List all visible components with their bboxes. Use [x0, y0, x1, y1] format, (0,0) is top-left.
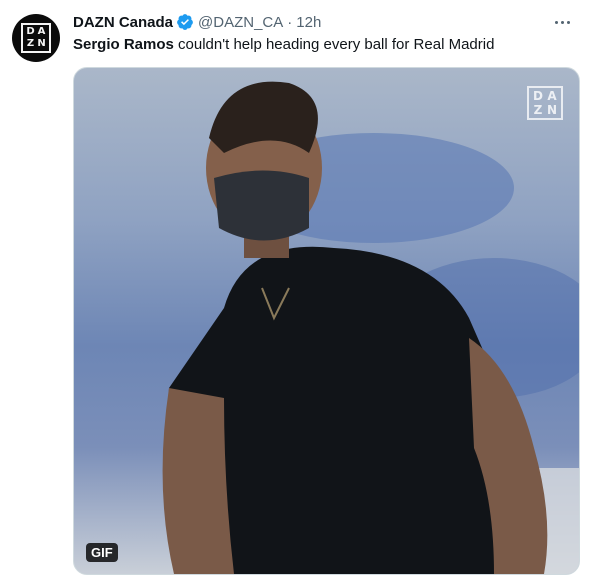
verified-badge-icon: [177, 14, 193, 30]
timestamp[interactable]: 12h: [296, 14, 321, 31]
gif-media[interactable]: D A Z N GIF: [73, 67, 580, 575]
logo-letter: D: [26, 26, 35, 37]
tweet-header: DAZN Canada @DAZN_CA · 12h: [73, 12, 574, 32]
gif-badge: GIF: [86, 543, 118, 562]
watermark-letter: N: [546, 103, 558, 117]
avatar[interactable]: D A Z N: [12, 14, 60, 62]
watermark-letter: A: [547, 89, 557, 103]
separator-dot: ·: [287, 13, 293, 31]
dazn-watermark: D A Z N: [527, 86, 563, 120]
handle[interactable]: @DAZN_CA: [198, 14, 283, 31]
tweet-text: Sergio Ramos couldn't help heading every…: [73, 35, 574, 55]
display-name[interactable]: DAZN Canada: [73, 14, 173, 31]
watermark-letter: Z: [533, 103, 543, 117]
watermark-letter: D: [533, 89, 543, 103]
tweet[interactable]: D A Z N DAZN Canada @DAZN_CA · 12h Sergi…: [0, 0, 590, 583]
logo-letter: A: [37, 26, 46, 37]
dazn-logo: D A Z N: [21, 23, 51, 53]
logo-letter: N: [37, 38, 46, 49]
tweet-text-bold: Sergio Ramos: [73, 36, 174, 53]
logo-letter: Z: [26, 38, 35, 49]
more-horizontal-icon[interactable]: [550, 10, 574, 34]
gif-frame-image: [162, 81, 579, 574]
tweet-text-rest: couldn't help heading every ball for Rea…: [173, 36, 495, 53]
